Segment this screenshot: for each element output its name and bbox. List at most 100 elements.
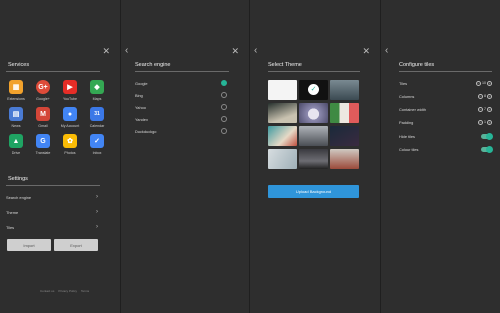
tiles-row-container-width: Container width −7 + xyxy=(399,104,492,114)
theme-thumb-selected[interactable]: ✓ xyxy=(299,80,328,100)
settings-item-theme[interactable]: Theme › xyxy=(6,205,98,219)
engine-option-google[interactable]: Google xyxy=(135,78,227,88)
app-drive[interactable]: ▲ Drive xyxy=(3,134,29,155)
engine-label: Bing xyxy=(135,92,143,98)
settings-item-search-engine[interactable]: Search engine › xyxy=(6,190,98,204)
engine-option-yahoo[interactable]: Yahoo xyxy=(135,102,227,112)
youtube-icon: ▶ xyxy=(63,80,77,94)
back-icon[interactable]: ‹ xyxy=(254,46,257,56)
app-inbox[interactable]: ✓ Inbox xyxy=(84,134,110,155)
plus-icon[interactable]: + xyxy=(487,80,492,86)
divider xyxy=(268,71,360,72)
app-news[interactable]: ▤ News xyxy=(3,107,29,128)
radio[interactable] xyxy=(221,104,227,110)
close-icon[interactable]: ✕ xyxy=(102,46,110,56)
export-button[interactable]: Export xyxy=(54,239,98,251)
minus-icon[interactable]: − xyxy=(476,80,481,86)
tiles-title: Configure tiles xyxy=(399,62,435,68)
tiles-row-label: Container width xyxy=(399,106,427,112)
inbox-icon: ✓ xyxy=(90,134,104,148)
plus-icon[interactable]: + xyxy=(487,106,492,112)
close-icon[interactable]: ✕ xyxy=(231,46,239,56)
theme-thumb[interactable] xyxy=(330,126,359,146)
theme-grid: ✓ xyxy=(268,80,359,169)
footer-link-contact[interactable]: Contact us xyxy=(40,289,54,293)
tiles-row-colour-tiles: Colour tiles xyxy=(399,144,493,154)
tiles-row-label: Hide tiles xyxy=(399,133,416,139)
chevron-right-icon: › xyxy=(96,209,98,215)
colour-tiles-toggle[interactable] xyxy=(481,145,493,153)
radio[interactable] xyxy=(221,116,227,122)
theme-thumb[interactable] xyxy=(299,149,328,169)
minus-icon[interactable]: − xyxy=(478,106,483,112)
hide-tiles-toggle[interactable] xyxy=(481,132,493,140)
engine-label: Duckduckgo xyxy=(135,128,157,134)
engine-option-yandex[interactable]: Yandex xyxy=(135,114,227,124)
app-label: Photos xyxy=(64,151,76,155)
plus-icon[interactable]: + xyxy=(487,119,492,125)
app-gmail[interactable]: M Gmail xyxy=(30,107,56,128)
engine-option-bing[interactable]: Bing xyxy=(135,90,227,100)
theme-thumb[interactable] xyxy=(268,80,297,100)
theme-thumb[interactable] xyxy=(330,149,359,169)
search-engine-title: Search engine xyxy=(135,62,171,68)
app-maps[interactable]: ◆ Maps xyxy=(84,80,110,101)
app-label: Google+ xyxy=(36,97,50,101)
container-width-stepper: −7 + xyxy=(478,106,492,112)
tiles-row-hide-tiles: Hide tiles xyxy=(399,131,493,141)
services-panel: ✕ Services ▦ Extensions G+ Google+ ▶ YouTub… xyxy=(0,0,121,313)
footer-link-privacy[interactable]: Privacy Policy xyxy=(58,289,77,293)
theme-thumb[interactable] xyxy=(330,103,359,123)
app-google-plus[interactable]: G+ Google+ xyxy=(30,80,56,101)
stepper-value: 7 xyxy=(484,107,486,111)
radio[interactable] xyxy=(221,92,227,98)
back-icon[interactable]: ‹ xyxy=(125,46,128,56)
engine-label: Yandex xyxy=(135,116,148,122)
footer-link-terms[interactable]: Terms xyxy=(81,289,89,293)
app-label: Inbox xyxy=(92,151,102,155)
app-calendar[interactable]: 31 Calendar xyxy=(84,107,110,128)
plus-icon[interactable]: + xyxy=(487,93,492,99)
engine-option-duckduckgo[interactable]: Duckduckgo xyxy=(135,126,227,136)
theme-thumb[interactable] xyxy=(268,149,297,169)
settings-item-tiles[interactable]: Tiles › xyxy=(6,220,98,234)
padding-stepper: −1 + xyxy=(478,119,492,125)
app-label: Calendar xyxy=(89,124,105,128)
photos-icon: ✿ xyxy=(63,134,77,148)
back-icon[interactable]: ‹ xyxy=(385,46,388,56)
divider xyxy=(399,71,492,72)
app-translate[interactable]: G Translate xyxy=(30,134,56,155)
settings-item-label: Tiles xyxy=(6,224,15,230)
settings-title: Settings xyxy=(8,176,28,182)
app-label: Gmail xyxy=(38,124,48,128)
minus-icon[interactable]: − xyxy=(478,119,483,125)
chevron-right-icon: › xyxy=(96,224,98,230)
app-label: My Account xyxy=(60,124,80,128)
maps-icon: ◆ xyxy=(90,80,104,94)
theme-thumb[interactable] xyxy=(330,80,359,100)
theme-thumb[interactable] xyxy=(268,126,297,146)
extensions-icon: ▦ xyxy=(9,80,23,94)
radio[interactable] xyxy=(221,128,227,134)
theme-thumb[interactable] xyxy=(268,103,297,123)
theme-thumb[interactable] xyxy=(299,126,328,146)
translate-icon: G xyxy=(36,134,50,148)
import-button[interactable]: Import xyxy=(7,239,51,251)
theme-thumb[interactable] xyxy=(299,103,328,123)
chevron-right-icon: › xyxy=(96,194,98,200)
stepper-value: 8 xyxy=(484,94,486,98)
app-youtube[interactable]: ▶ YouTube xyxy=(57,80,83,101)
settings-item-label: Theme xyxy=(6,209,19,215)
tiles-row-label: Padding xyxy=(399,119,414,125)
upload-background-button[interactable]: Upload Background xyxy=(268,185,359,198)
close-icon[interactable]: ✕ xyxy=(362,46,370,56)
columns-stepper: −8 + xyxy=(478,93,492,99)
minus-icon[interactable]: − xyxy=(478,93,483,99)
app-label: Drive xyxy=(11,151,21,155)
theme-panel: ‹ ✕ Select Theme ✓ Upload Background xyxy=(250,0,381,313)
tiles-row-label: Colour tiles xyxy=(399,146,419,152)
app-extensions[interactable]: ▦ Extensions xyxy=(3,80,29,101)
app-photos[interactable]: ✿ Photos xyxy=(57,134,83,155)
radio-selected[interactable] xyxy=(221,80,227,86)
app-my-account[interactable]: ● My Account xyxy=(57,107,83,128)
